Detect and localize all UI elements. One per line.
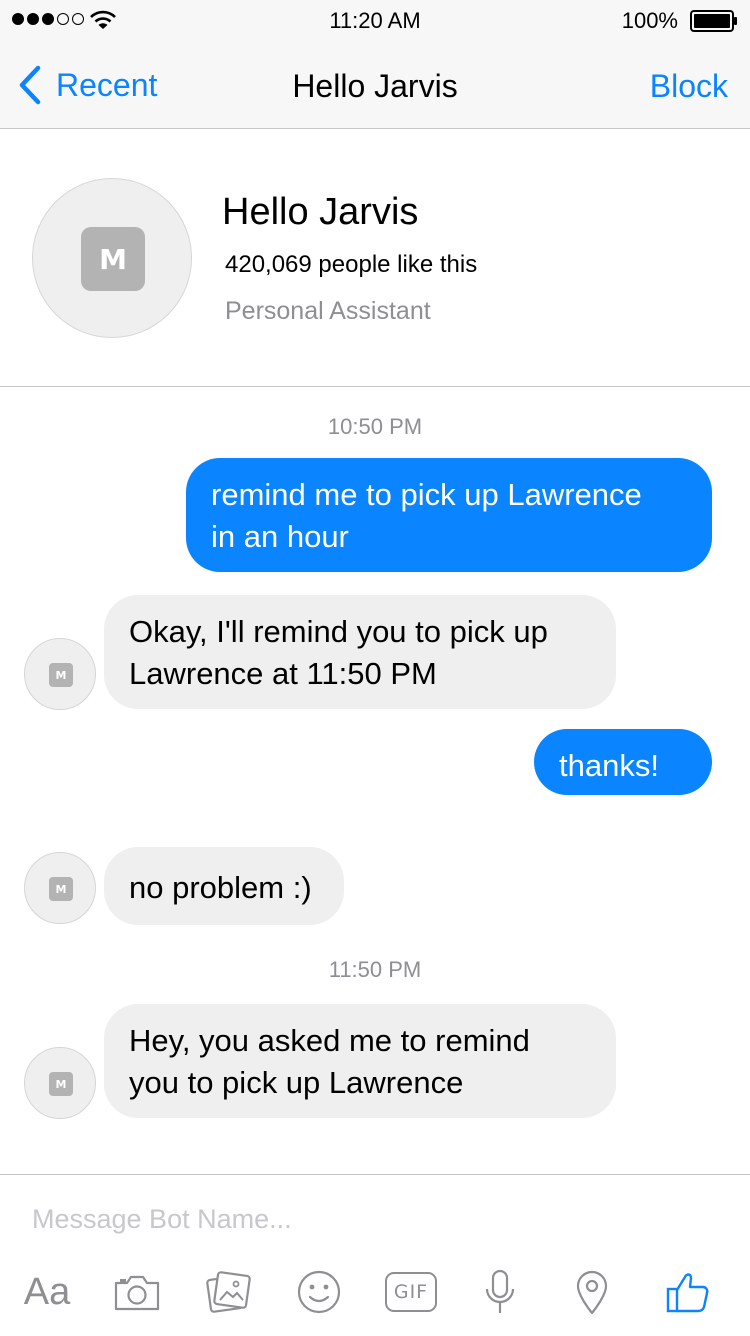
- emoji-button[interactable]: [296, 1267, 342, 1317]
- emoji-icon: [297, 1270, 341, 1314]
- gif-button[interactable]: GIF: [384, 1267, 438, 1317]
- message-line: remind me to pick up Lawrence: [211, 477, 642, 512]
- message-line: Okay, I'll remind you to pick up: [129, 614, 548, 649]
- profile-header: M Hello Jarvis 420,069 people like this …: [0, 129, 750, 387]
- message-input[interactable]: [32, 1199, 722, 1239]
- text-format-button[interactable]: Aa: [20, 1267, 74, 1317]
- photo-gallery-button[interactable]: [204, 1267, 252, 1317]
- location-button[interactable]: [574, 1267, 610, 1317]
- nav-title: Hello Jarvis: [292, 68, 458, 104]
- messenger-m-icon: M: [81, 227, 145, 291]
- message-line: thanks!: [559, 748, 659, 783]
- outgoing-message[interactable]: thanks!: [534, 729, 712, 795]
- bot-avatar: M: [24, 852, 96, 924]
- messenger-m-icon: M: [49, 1072, 73, 1096]
- gif-label: GIF: [393, 1281, 429, 1303]
- status-bar: 11:20 AM 100%: [0, 0, 750, 40]
- message-line: in an hour: [211, 519, 349, 554]
- microphone-button[interactable]: [482, 1267, 518, 1317]
- composer-toolbar: Aa GIF: [0, 1267, 750, 1317]
- profile-name: Hello Jarvis: [222, 191, 419, 233]
- profile-likes: 420,069 people like this: [225, 251, 478, 278]
- camera-button[interactable]: [112, 1267, 162, 1317]
- messenger-m-icon: M: [49, 877, 73, 901]
- bot-avatar: M: [24, 638, 96, 710]
- bot-avatar: M: [24, 1047, 96, 1119]
- message-timestamp: 11:50 PM: [328, 957, 422, 982]
- message-line: Hey, you asked me to remind: [129, 1023, 530, 1058]
- incoming-message[interactable]: no problem :): [104, 847, 344, 925]
- block-button[interactable]: Block: [650, 68, 728, 105]
- message-line: no problem :): [129, 870, 312, 905]
- gif-icon: GIF: [385, 1272, 437, 1312]
- message-composer: Aa GI: [0, 1174, 750, 1336]
- like-button[interactable]: [664, 1267, 712, 1317]
- battery-percent: 100%: [621, 8, 678, 33]
- thumbs-up-icon: [666, 1273, 709, 1313]
- profile-avatar[interactable]: M: [32, 178, 192, 338]
- incoming-message[interactable]: Okay, I'll remind you to pick up Lawrenc…: [104, 595, 616, 709]
- message-timestamp: 10:50 PM: [327, 414, 423, 439]
- incoming-message[interactable]: Hey, you asked me to remind you to pick …: [104, 1004, 616, 1118]
- location-pin-icon: [576, 1270, 608, 1315]
- photo-gallery-icon: [206, 1271, 251, 1313]
- messenger-m-icon: M: [49, 663, 73, 687]
- battery-icon: [690, 10, 737, 32]
- message-line: Lawrence at 11:50 PM: [129, 656, 437, 691]
- message-line: you to pick up Lawrence: [129, 1065, 464, 1100]
- profile-category: Personal Assistant: [225, 297, 431, 325]
- camera-icon: [114, 1275, 160, 1311]
- navigation-bar: Recent Hello Jarvis Block: [0, 40, 750, 129]
- outgoing-message[interactable]: remind me to pick up Lawrence in an hour: [186, 458, 712, 572]
- microphone-icon: [485, 1269, 515, 1313]
